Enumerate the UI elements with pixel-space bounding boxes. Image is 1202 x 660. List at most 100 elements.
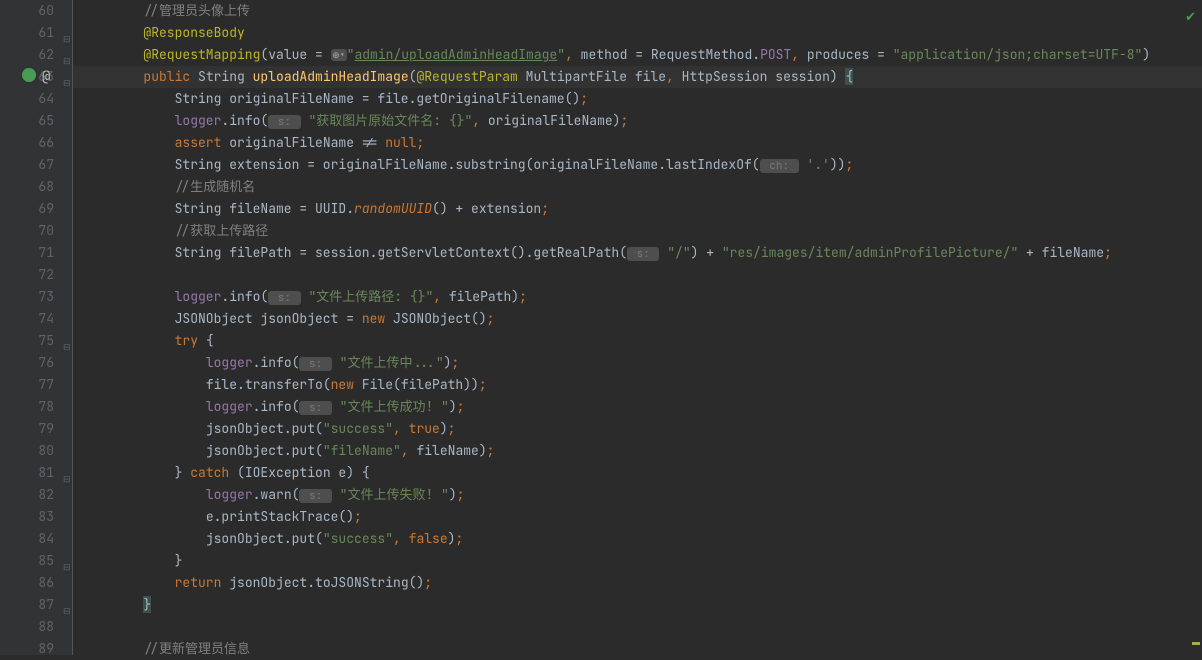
code-area[interactable]: ✔ //管理员头像上传 @ResponseBody @RequestMappin…	[72, 0, 1202, 655]
code-line[interactable]: return jsonObject.toJSONString();	[73, 572, 1202, 594]
code-line[interactable]: assert originalFileName != null;	[73, 132, 1202, 154]
code-line[interactable]: }	[73, 594, 1202, 616]
line-number: 89	[0, 638, 54, 660]
token: admin/uploadAdminHeadImage	[354, 46, 557, 63]
token: String fileName = UUID.	[175, 200, 354, 217]
token: String filePath = session.getServletCont…	[175, 244, 627, 261]
token: ,	[791, 46, 799, 63]
code-line[interactable]: logger.info( s: "文件上传路径: {}", filePath);	[73, 286, 1202, 308]
fold-icon[interactable]: ⊟	[63, 28, 71, 36]
fold-icon[interactable]: ⊟	[63, 556, 71, 564]
token: ,	[472, 112, 480, 129]
token	[401, 420, 409, 437]
code-line[interactable]: String fileName = UUID.randomUUID() + ex…	[73, 198, 1202, 220]
token: {	[845, 68, 853, 85]
run-icon[interactable]	[22, 68, 36, 82]
fold-icon[interactable]: ⊟	[63, 336, 71, 344]
line-number: 64	[0, 88, 54, 110]
token: ;	[541, 200, 549, 217]
scrollbar-warning[interactable]	[1192, 642, 1200, 645]
line-number: 73	[0, 286, 54, 308]
code-line[interactable]: }	[73, 550, 1202, 572]
code-line[interactable]: logger.warn( s: "文件上传失败! ");	[73, 484, 1202, 506]
token: String originalFileName = file.getOrigin…	[175, 90, 581, 107]
code-line[interactable]	[73, 264, 1202, 286]
line-number: 78	[0, 396, 54, 418]
token: s:	[268, 291, 300, 305]
token: (IOException e) {	[237, 464, 370, 481]
fold-icon[interactable]: ⊟	[63, 50, 71, 58]
token: MultipartFile file	[518, 68, 666, 85]
code-line[interactable]: jsonObject.put("fileName", fileName);	[73, 440, 1202, 462]
token: ;	[448, 420, 456, 437]
code-line[interactable]: logger.info( s: "文件上传中...");	[73, 352, 1202, 374]
code-line[interactable]: e.printStackTrace();	[73, 506, 1202, 528]
token: (value =	[260, 46, 330, 63]
code-line[interactable]: jsonObject.put("success", false);	[73, 528, 1202, 550]
line-number: 72	[0, 264, 54, 286]
line-number: 79	[0, 418, 54, 440]
code-line[interactable]: //生成随机名	[73, 176, 1202, 198]
token: ;	[845, 156, 853, 173]
code-line[interactable]: try {	[73, 330, 1202, 352]
token: }	[143, 596, 151, 613]
override-icon[interactable]: @	[42, 66, 50, 88]
code-line[interactable]: @RequestMapping(value = ⊕▾"admin/uploadA…	[73, 44, 1202, 66]
token: .warn(	[253, 486, 300, 503]
analysis-ok-icon[interactable]: ✔	[1185, 6, 1196, 28]
code-editor[interactable]: 6061626364656667686970717273747576777879…	[0, 0, 1202, 655]
line-number: 88	[0, 616, 54, 638]
token: fileName)	[409, 442, 487, 459]
token: e.printStackTrace()	[206, 508, 354, 525]
token: ;	[451, 354, 459, 371]
line-number: 67	[0, 154, 54, 176]
line-number: 77	[0, 374, 54, 396]
token: ;	[424, 574, 432, 591]
token: assert	[175, 134, 230, 151]
token: originalFileName !=	[229, 134, 385, 151]
code-line[interactable]: logger.info( s: "文件上传成功! ");	[73, 396, 1202, 418]
token: "	[557, 46, 565, 63]
token: s:	[299, 357, 331, 371]
code-line[interactable]: //获取上传路径	[73, 220, 1202, 242]
code-line[interactable]: JSONObject jsonObject = new JSONObject()…	[73, 308, 1202, 330]
token: ;	[620, 112, 628, 129]
code-line[interactable]: String filePath = session.getServletCont…	[73, 242, 1202, 264]
token: logger	[206, 398, 253, 415]
code-line[interactable]: //管理员头像上传	[73, 0, 1202, 22]
fold-markers: ⊟ ⊟ ⊟ ⊟ ⊟ ⊟ ⊟	[62, 0, 72, 655]
token: POST	[760, 46, 791, 63]
code-line[interactable]: file.transferTo(new File(filePath));	[73, 374, 1202, 396]
line-number: 84	[0, 528, 54, 550]
token: @RequestMapping	[143, 46, 260, 63]
code-line[interactable]: public String uploadAdminHeadImage(@Requ…	[73, 66, 1202, 88]
token: "fileName"	[323, 442, 401, 459]
code-line[interactable]: logger.info( s: "获取图片原始文件名: {}", origina…	[73, 110, 1202, 132]
token: }	[175, 464, 191, 481]
token: catch	[190, 464, 237, 481]
line-number: 60	[0, 0, 54, 22]
fold-icon[interactable]: ⊟	[63, 72, 71, 80]
token: String extension = originalFileName.subs…	[175, 156, 760, 173]
token: JSONObject()	[393, 310, 487, 327]
token: ch:	[760, 159, 799, 173]
token: true	[409, 420, 440, 437]
code-line[interactable]: //更新管理员信息	[73, 638, 1202, 660]
token: ;	[1104, 244, 1112, 261]
code-line[interactable]: @ResponseBody	[73, 22, 1202, 44]
token: new	[331, 376, 362, 393]
code-line[interactable]: jsonObject.put("success", true);	[73, 418, 1202, 440]
fold-icon[interactable]: ⊟	[63, 468, 71, 476]
code-line[interactable]: } catch (IOException e) {	[73, 462, 1202, 484]
token: s:	[299, 489, 331, 503]
code-line[interactable]: String extension = originalFileName.subs…	[73, 154, 1202, 176]
token: ;	[479, 376, 487, 393]
token: originalFileName)	[480, 112, 620, 129]
token: "文件上传中..."	[340, 354, 444, 371]
token: ,	[401, 442, 409, 459]
code-line[interactable]	[73, 616, 1202, 638]
code-line[interactable]: String originalFileName = file.getOrigin…	[73, 88, 1202, 110]
fold-icon[interactable]: ⊟	[63, 600, 71, 608]
token	[332, 398, 340, 415]
token: .info(	[221, 112, 268, 129]
